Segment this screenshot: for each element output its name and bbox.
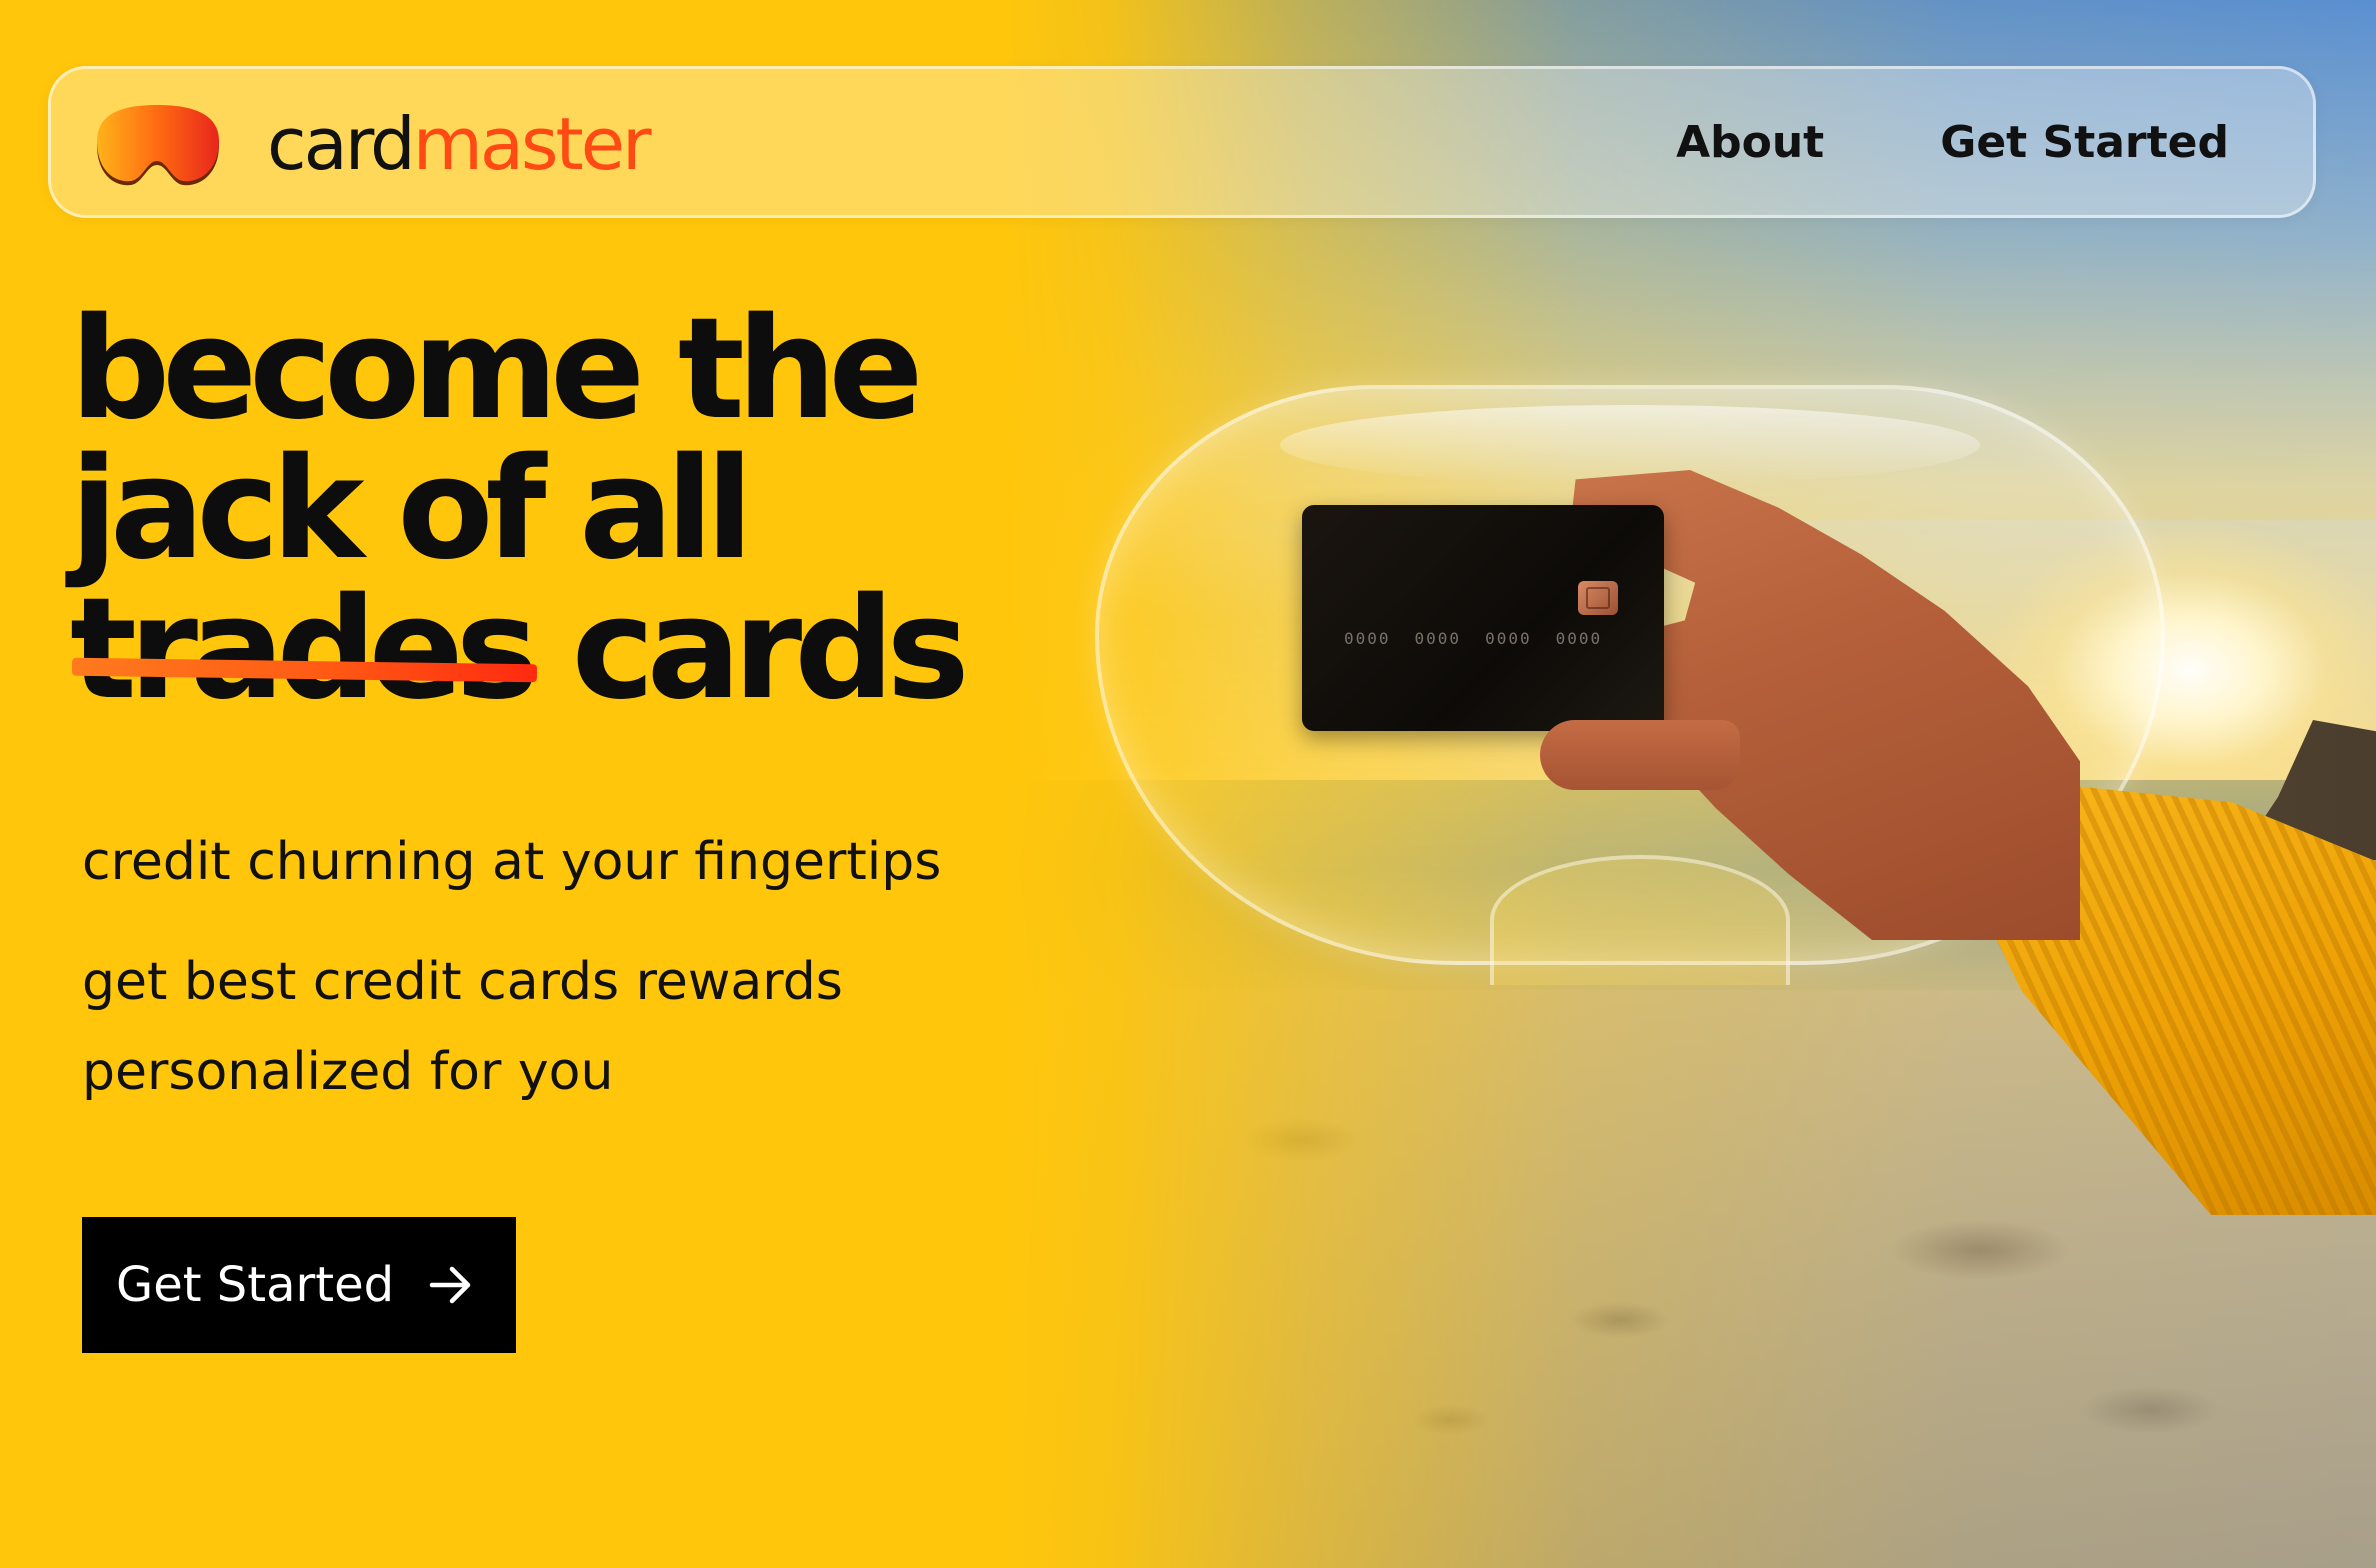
struck-word: trades	[70, 580, 539, 720]
hero-title-line2: jack of all	[70, 428, 754, 591]
card-number-group: 0000	[1485, 629, 1532, 648]
hero-description-line1: get best credit cards rewards	[82, 952, 843, 1012]
card-chip-icon	[1578, 581, 1618, 615]
visor-nose-bridge	[1490, 855, 1790, 985]
brand-name-part1: card	[267, 102, 416, 186]
nav-links: About Get Started	[1676, 69, 2229, 215]
credit-card-illustration: 0000 0000 0000 0000	[1302, 505, 1664, 731]
brand-logo[interactable]: card master	[267, 99, 652, 189]
hero-description-line2: personalized for you	[82, 1042, 614, 1102]
struck-word-text: trades	[70, 568, 539, 731]
hero-subtitle: credit churning at your fingertips	[82, 832, 942, 892]
card-number-group: 0000	[1414, 629, 1462, 648]
card-number-group: 0000	[1555, 629, 1603, 648]
nav-get-started-link[interactable]: Get Started	[1940, 117, 2229, 168]
navbar: card master About Get Started	[48, 66, 2316, 218]
hero-title: become the jack of all trades cards	[70, 300, 1070, 720]
visor-shine	[1280, 405, 1980, 485]
headset-logo-icon[interactable]	[87, 101, 227, 187]
brand-name-part2: master	[412, 102, 652, 186]
card-number-group: 0000	[1344, 629, 1391, 648]
arrow-right-icon	[429, 1266, 471, 1304]
hero-title-line1: become the	[70, 288, 923, 451]
get-started-button-label: Get Started	[116, 1257, 395, 1313]
hero-title-line3: trades cards	[70, 580, 1070, 720]
get-started-button[interactable]: Get Started	[82, 1217, 516, 1353]
thumb	[1540, 720, 1740, 790]
replacement-word: cards	[571, 568, 970, 731]
nav-about-link[interactable]: About	[1676, 117, 1824, 168]
card-number: 0000 0000 0000 0000	[1344, 629, 1644, 648]
